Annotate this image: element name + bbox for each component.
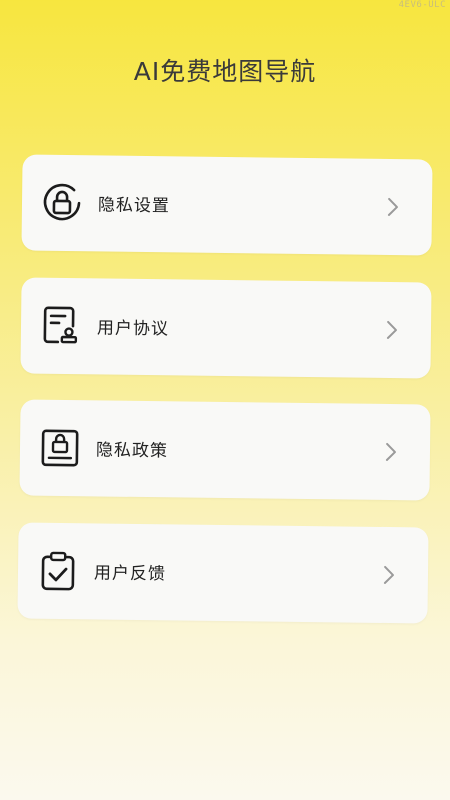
menu-item-label: 隐私政策 xyxy=(95,440,169,462)
watermark-text: 4EV6-ULC xyxy=(398,0,446,10)
lock-circle-icon xyxy=(43,183,81,221)
document-stamp-icon xyxy=(43,306,78,344)
chevron-right-icon xyxy=(386,320,397,339)
menu-item-privacy-policy[interactable]: 隐私政策 xyxy=(19,399,431,501)
menu-item-user-feedback[interactable]: 用户反馈 xyxy=(17,522,429,624)
clipboard-check-icon xyxy=(41,551,75,591)
menu-item-label: 用户协议 xyxy=(96,318,170,340)
chevron-right-icon xyxy=(387,197,398,216)
menu-item-privacy-settings[interactable]: 隐私设置 xyxy=(21,154,433,256)
chevron-right-icon xyxy=(383,565,394,584)
menu-item-label: 用户反馈 xyxy=(93,563,167,585)
page-title: AI免费地图导航 xyxy=(133,57,317,86)
menu-item-label: 隐私设置 xyxy=(97,195,171,217)
chevron-right-icon xyxy=(385,442,396,461)
menu-item-user-agreement[interactable]: 用户协议 xyxy=(20,277,432,379)
lock-document-icon xyxy=(41,429,79,467)
